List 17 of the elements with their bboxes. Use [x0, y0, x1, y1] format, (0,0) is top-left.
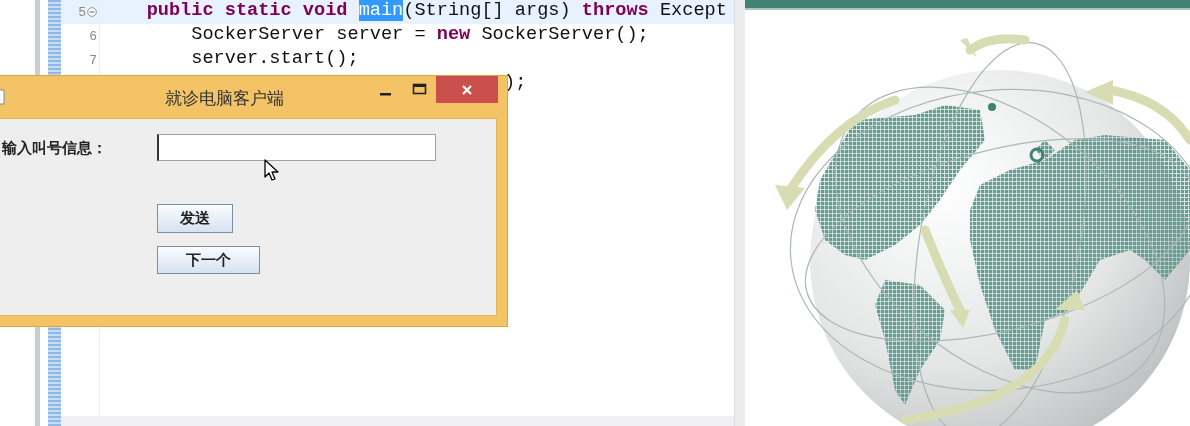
code-line: SockerServer server = new SockerServer();: [190, 24, 649, 47]
line-number: 6: [89, 28, 97, 44]
code-line: public static void main(String[] args) throws Except: [145, 0, 727, 23]
input-field[interactable]: [157, 134, 436, 161]
dialog-button[interactable]: 下一个: [157, 246, 260, 274]
dialog-button[interactable]: 发送: [157, 204, 233, 233]
mouse-cursor-icon: [264, 159, 280, 183]
field-label: 输入叫号信息：: [2, 138, 108, 159]
close-icon: [461, 83, 473, 96]
line-number: 5: [78, 4, 86, 20]
horizontal-scrollbar[interactable]: [61, 416, 734, 426]
vertical-scrollbar[interactable]: [734, 0, 745, 426]
close-button[interactable]: [436, 76, 498, 103]
code-line: server.start();: [190, 48, 359, 71]
collapse-icon[interactable]: [87, 7, 97, 17]
line-number: 7: [89, 52, 97, 68]
window-title: 就诊电脑客户端: [165, 87, 284, 110]
